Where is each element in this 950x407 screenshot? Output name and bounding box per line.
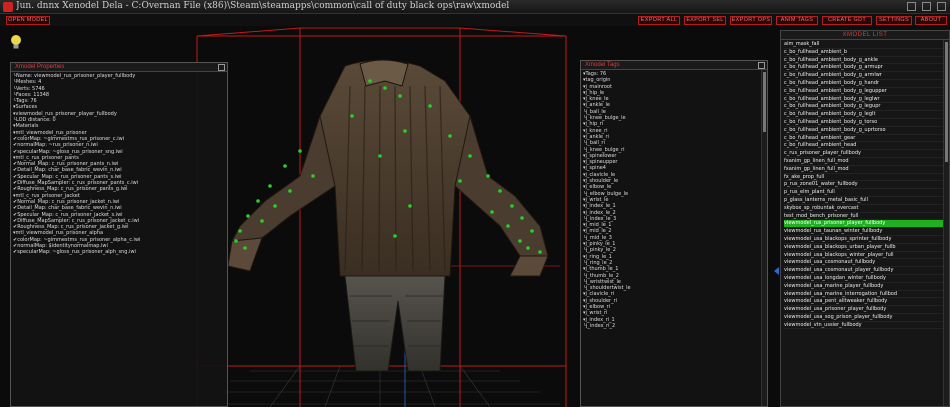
model-list-item[interactable]: c_bo_fullhead_ambient_b <box>784 49 943 57</box>
model-list-item[interactable]: p_rus_zone01_water_fullbody <box>784 181 943 190</box>
model-list-item[interactable]: viewmodel_usa_blackops_winter_player_ful… <box>784 252 943 260</box>
tag-row[interactable]: └j_index_ri_2 <box>583 323 767 329</box>
model-list-item[interactable]: c_bo_fullhead_ambient_body_g_leglwr <box>784 96 943 104</box>
model-list-item[interactable]: test_mod_bench_prisoner_full <box>784 213 943 221</box>
model-list-panel: XMODEL LIST aim_mask_fall c_bo_fullhead_a… <box>780 30 950 407</box>
model-list-item[interactable]: viewmodel_usa_sog_prison_player_fullbody <box>784 314 943 322</box>
export-sel-button[interactable]: EXPORT SEL <box>684 16 726 25</box>
model-list-item[interactable]: c_rus_prisoner_player_fullbody <box>784 150 943 158</box>
model-list-item[interactable]: c_bo_fullhead_ambient_body_g_armupr <box>784 64 943 73</box>
app-icon <box>3 2 13 12</box>
model-list-item[interactable]: c_bo_fullhead_ambient_body_g_leglt <box>784 111 943 119</box>
open-model-button[interactable]: OPEN MODEL <box>6 16 50 25</box>
model-list-item[interactable]: c_bo_fullhead_ambient_body_g_ankle <box>784 57 943 65</box>
model-list-item[interactable]: c_bo_fullhead_ambient_gear <box>784 135 943 143</box>
model-list-item[interactable]: c_bo_fullhead_ambient_body_g_legupper <box>784 88 943 96</box>
model-list-item[interactable]: c_bo_fullhead_ambient_body_g_torso <box>784 119 943 127</box>
model-list-item[interactable]: viewmodel_rus_taunan_winter_fullbody <box>784 228 943 236</box>
model-list-item[interactable]: viewmodel_rus_prisoner_player_fullbody <box>784 220 943 229</box>
model-list-scrollbar[interactable] <box>943 40 949 406</box>
model-list-item[interactable]: c_bo_fullhead_ambient_body_g_handr <box>784 80 943 88</box>
tags-tree[interactable]: ▾Tags: 76 ▾tag_origin ▾j_mainroot ▾j_hip… <box>581 70 767 329</box>
export-ops-button[interactable]: EXPORT OPS <box>730 16 772 25</box>
lightbulb-icon[interactable] <box>10 34 22 50</box>
toolbar: OPEN MODEL EXPORT ALL EXPORT SEL EXPORT … <box>0 14 950 26</box>
properties-title: Xmodel Properties <box>11 63 227 72</box>
model-list-item[interactable]: viewmodel_usa_pent_alltweaker_fullbody <box>784 298 943 307</box>
maximize-icon[interactable] <box>922 2 931 11</box>
properties-panel: Xmodel Properties └Name: viewmodel_rus_p… <box>10 62 228 407</box>
floor-grid <box>190 365 560 407</box>
model-list[interactable]: aim_mask_fall c_bo_fullhead_ambient_b c_bo… <box>781 40 949 330</box>
model-list-item[interactable]: p_glass_lanterns_metal_basic_full <box>784 197 943 205</box>
property-row[interactable]: ✔specularMap: ~gloss_rus_prisoner_alph_s… <box>13 249 227 255</box>
model-list-item[interactable]: c_bo_fullhead_ambient_body_g_armlwr <box>784 72 943 80</box>
model-list-item[interactable]: c_bo_fullhead_ambient_head <box>784 142 943 151</box>
close-icon[interactable] <box>937 2 946 11</box>
model-list-item[interactable]: viewmodel_usa_marine_player_fullbody <box>784 283 943 291</box>
pants-mesh <box>344 275 446 372</box>
model-list-item[interactable]: aim_mask_fall <box>784 41 943 49</box>
model-list-item[interactable]: fxanim_gp_linen_full_mod <box>784 166 943 174</box>
tags-scrollbar[interactable] <box>761 70 767 406</box>
close-icon[interactable] <box>218 64 225 71</box>
properties-tree[interactable]: └Name: viewmodel_rus_prisoner_player_ful… <box>11 72 227 256</box>
window-title: Jun. dnnx Xenodel Dela - C:Overnan File … <box>16 1 510 11</box>
about-button[interactable]: ABOUT <box>915 16 947 25</box>
model-list-item[interactable]: c_bo_fullhead_ambient_body_g_uprtorso <box>784 127 943 135</box>
create-gdt-button[interactable]: CREATE GDT <box>822 16 872 25</box>
model-list-item[interactable]: viewmodel_usa_blackops_urban_player_full… <box>784 244 943 252</box>
model-list-item[interactable]: fx_ake_prop_full <box>784 174 943 182</box>
model-list-item[interactable]: viewmodel_usa_cosmonaut_player_fullbody <box>784 267 943 275</box>
tags-title: Xmodel Tags <box>581 61 767 70</box>
anim-tags-button[interactable]: ANIM TAGS <box>776 16 818 25</box>
model-list-item[interactable]: viewmodel_usa_cosmonaut_fullbody <box>784 259 943 268</box>
window-controls <box>907 2 946 11</box>
settings-button[interactable]: SETTINGS <box>876 16 912 25</box>
model-list-item[interactable]: viewmodel_vtn_ussier_fullbody <box>784 322 943 330</box>
minimize-icon[interactable] <box>907 2 916 11</box>
model-list-item[interactable]: viewmodel_usa_prisoner_player_fullbody <box>784 306 943 314</box>
model-list-title: XMODEL LIST <box>781 31 949 40</box>
model-list-item[interactable]: p_rus_elm_plant_full <box>784 189 943 197</box>
collapse-arrow-icon[interactable] <box>774 267 779 275</box>
title-bar: Jun. dnnx Xenodel Dela - C:Overnan File … <box>0 0 950 14</box>
model-list-item[interactable]: viewmodel_usa_longdan_winter_fullbody <box>784 275 943 283</box>
tags-panel: Xmodel Tags ▾Tags: 76 ▾tag_origin ▾j_mai… <box>580 60 768 407</box>
model-list-item[interactable]: c_bo_fullhead_ambient_body_g_legupr <box>784 103 943 112</box>
close-icon[interactable] <box>758 62 765 69</box>
model-list-item[interactable]: viewmodel_usa_blackops_sprinter_fullbody <box>784 236 943 244</box>
model-list-item[interactable]: fxanim_gp_linen_full_mod <box>784 158 943 166</box>
model-list-item[interactable]: viewmodel_usa_marine_interrogation_fullb… <box>784 291 943 299</box>
model-list-item[interactable]: skybox_sp_robuntak_overcast <box>784 205 943 213</box>
export-all-button[interactable]: EXPORT ALL <box>638 16 680 25</box>
